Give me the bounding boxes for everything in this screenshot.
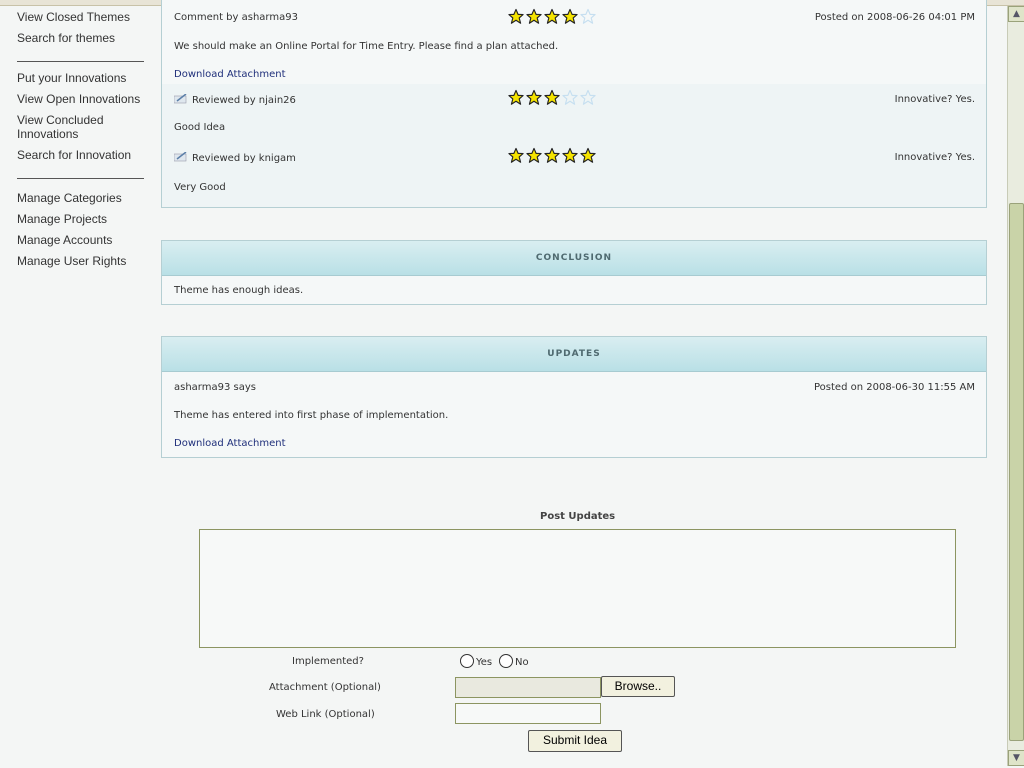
review-body: Very Good (174, 182, 226, 193)
comment-download-attachment-link[interactable]: Download Attachment (174, 69, 286, 80)
nav-search-themes[interactable]: Search for themes (17, 31, 160, 45)
updates-panel: UPDATES asharma93 says Posted on 2008-06… (161, 336, 987, 458)
review-label-wrap: Reviewed by njain26 (173, 93, 296, 106)
review-body-row: Very Good (162, 174, 986, 207)
update-header: asharma93 says Posted on 2008-06-30 11:5… (162, 372, 986, 400)
nav-view-concluded-innovations[interactable]: View Concluded Innovations (17, 113, 127, 141)
update-author: asharma93 says (174, 382, 256, 393)
sidebar-divider (17, 178, 144, 179)
star-filled-icon (543, 89, 561, 106)
comment-body: We should make an Online Portal for Time… (174, 41, 559, 52)
star-filled-icon (525, 8, 543, 25)
comments-panel: Comment by asharma93 Posted on 2008-06-2… (161, 0, 987, 208)
comment-author: Comment by asharma93 (174, 12, 298, 23)
nav-manage-user-rights[interactable]: Manage User Rights (17, 254, 160, 268)
star-filled-icon (543, 147, 561, 164)
star-empty-icon (579, 8, 597, 25)
review-rating (507, 89, 597, 107)
browse-button[interactable]: Browse.. (601, 676, 675, 697)
nav-view-open-innovations[interactable]: View Open Innovations (17, 92, 160, 106)
star-filled-icon (525, 147, 543, 164)
star-filled-icon (507, 147, 525, 164)
implemented-yes-label: Yes (476, 657, 493, 668)
conclusion-text: Theme has enough ideas. (174, 285, 304, 296)
star-filled-icon (507, 8, 525, 25)
attachment-file-input[interactable] (455, 677, 601, 698)
implemented-label: Implemented? (292, 656, 364, 667)
conclusion-row: Theme has enough ideas. (162, 276, 986, 304)
star-filled-icon (507, 89, 525, 106)
nav-put-innovations[interactable]: Put your Innovations (17, 71, 160, 85)
comment-header: Comment by asharma93 Posted on 2008-06-2… (162, 0, 986, 28)
comment-posted-date: Posted on 2008-06-26 04:01 PM (814, 12, 975, 23)
nav-search-innovation[interactable]: Search for Innovation (17, 148, 160, 162)
vertical-scrollbar[interactable]: ▲ ▼ (1007, 6, 1024, 766)
conclusion-title: CONCLUSION (162, 241, 986, 276)
star-filled-icon (525, 89, 543, 106)
scroll-up-arrow-icon[interactable]: ▲ (1008, 6, 1024, 22)
review-rating (507, 147, 597, 165)
nav-manage-accounts[interactable]: Manage Accounts (17, 233, 160, 247)
update-posted-date: Posted on 2008-06-30 11:55 AM (814, 382, 975, 393)
implemented-no-label: No (515, 657, 529, 668)
review-innovative: Innovative? Yes. (894, 94, 975, 105)
update-attachment-row: Download Attachment (162, 428, 986, 456)
submit-idea-button[interactable]: Submit Idea (528, 730, 622, 752)
attachment-label: Attachment (Optional) (269, 682, 381, 693)
edit-note-icon (173, 151, 188, 162)
comment-body-row: We should make an Online Portal for Time… (162, 28, 986, 56)
updates-title: UPDATES (162, 337, 986, 372)
nav-manage-projects[interactable]: Manage Projects (17, 212, 160, 226)
review-label: Reviewed by knigam (192, 153, 296, 164)
review-row: Reviewed by knigam Innovative? Yes. (162, 144, 986, 174)
update-textarea[interactable] (199, 529, 956, 648)
update-download-attachment-link[interactable]: Download Attachment (174, 438, 286, 449)
star-filled-icon (561, 8, 579, 25)
implemented-no-radio[interactable] (499, 654, 513, 668)
nav-manage-categories[interactable]: Manage Categories (17, 191, 160, 205)
review-body: Good Idea (174, 122, 226, 133)
sidebar: View Closed Themes Search for themes Put… (0, 6, 160, 281)
weblink-label: Web Link (Optional) (276, 709, 375, 720)
star-empty-icon (561, 89, 579, 106)
scroll-down-arrow-icon[interactable]: ▼ (1008, 750, 1024, 766)
star-filled-icon (561, 147, 579, 164)
sidebar-divider (17, 61, 144, 62)
scrollbar-thumb[interactable] (1009, 203, 1024, 741)
nav-view-closed-themes[interactable]: View Closed Themes (17, 10, 160, 24)
review-body-row: Good Idea (162, 114, 986, 144)
star-empty-icon (579, 89, 597, 106)
update-body-row: Theme has entered into first phase of im… (162, 400, 986, 428)
review-label-wrap: Reviewed by knigam (173, 151, 296, 164)
post-updates-title: Post Updates (540, 511, 616, 522)
weblink-input[interactable] (455, 703, 601, 724)
review-row: Reviewed by njain26 Innovative? Yes. (162, 84, 986, 114)
comment-attachment-row: Download Attachment (162, 56, 986, 84)
star-filled-icon (579, 147, 597, 164)
comment-rating (507, 8, 597, 26)
review-innovative: Innovative? Yes. (894, 152, 975, 163)
review-label: Reviewed by njain26 (192, 95, 296, 106)
implemented-yes-radio[interactable] (460, 654, 474, 668)
star-filled-icon (543, 8, 561, 25)
update-body: Theme has entered into first phase of im… (174, 410, 449, 421)
conclusion-panel: CONCLUSION Theme has enough ideas. (161, 240, 987, 305)
edit-note-icon (173, 93, 188, 104)
